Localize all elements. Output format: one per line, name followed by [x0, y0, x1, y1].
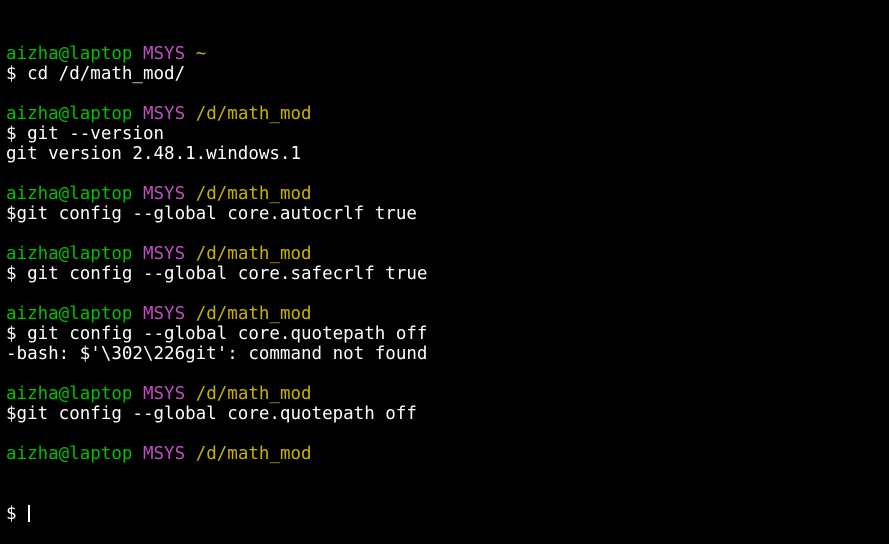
- prompt-line: aizha@laptop MSYS /d/math_mod: [6, 104, 889, 124]
- command-line: $ cd /d/math_mod/: [6, 64, 889, 84]
- prompt-user-host: aizha@laptop: [6, 44, 133, 64]
- command-line: $git config --global core.quotepath off: [6, 404, 889, 424]
- output-text: git version 2.48.1.windows.1: [6, 144, 302, 164]
- terminal-window[interactable]: aizha@laptop MSYS ~ $ cd /d/math_mod/aizh…: [0, 0, 889, 524]
- prompt-user-host: aizha@laptop: [6, 384, 133, 404]
- output-text: -bash: $'\302\226git': command not found: [6, 344, 428, 364]
- command-text: $ git --version: [6, 124, 165, 144]
- prompt-line: aizha@laptop MSYS /d/math_mod: [6, 184, 889, 204]
- command-line: $ git --version: [6, 124, 889, 144]
- output-line: -bash: $'\302\226git': command not found: [6, 344, 889, 364]
- terminal-output: aizha@laptop MSYS ~ $ cd /d/math_mod/aizh…: [6, 44, 889, 464]
- command-text: $git config --global core.quotepath off: [6, 404, 417, 424]
- command-text: $ git config --global core.quotepath off: [6, 324, 428, 344]
- prompt-msystem: MSYS: [142, 444, 186, 464]
- prompt-cwd: /d/math_mod: [195, 184, 312, 204]
- prompt-cwd: ~: [195, 44, 207, 64]
- command-text: $git config --global core.autocrlf true: [6, 204, 417, 224]
- prompt-msystem: MSYS: [142, 184, 186, 204]
- prompt-user-host: aizha@laptop: [6, 104, 133, 124]
- prompt-user-host: aizha@laptop: [6, 244, 133, 264]
- prompt-line: aizha@laptop MSYS /d/math_mod: [6, 304, 889, 324]
- prompt-cwd: /d/math_mod: [195, 384, 312, 404]
- command-line: $ git config --global core.safecrlf true: [6, 264, 889, 284]
- prompt-line: aizha@laptop MSYS ~: [6, 44, 889, 64]
- prompt-line: aizha@laptop MSYS /d/math_mod: [6, 444, 889, 464]
- command-line: $git config --global core.autocrlf true: [6, 204, 889, 224]
- active-prompt-symbol: $: [6, 504, 28, 524]
- command-text: $ cd /d/math_mod/: [6, 64, 186, 84]
- prompt-cwd: /d/math_mod: [195, 444, 312, 464]
- prompt-user-host: aizha@laptop: [6, 444, 133, 464]
- command-text: $ git config --global core.safecrlf true: [6, 264, 428, 284]
- prompt-user-host: aizha@laptop: [6, 184, 133, 204]
- prompt-msystem: MSYS: [142, 44, 186, 64]
- prompt-line: aizha@laptop MSYS /d/math_mod: [6, 384, 889, 404]
- command-line: $ git config --global core.quotepath off: [6, 324, 889, 344]
- prompt-msystem: MSYS: [142, 244, 186, 264]
- output-line: git version 2.48.1.windows.1: [6, 144, 889, 164]
- prompt-msystem: MSYS: [142, 304, 186, 324]
- prompt-cwd: /d/math_mod: [195, 104, 312, 124]
- text-cursor: [28, 505, 31, 522]
- terminal-input-line[interactable]: $: [6, 504, 889, 524]
- prompt-msystem: MSYS: [142, 384, 186, 404]
- prompt-msystem: MSYS: [142, 104, 186, 124]
- prompt-cwd: /d/math_mod: [195, 304, 312, 324]
- prompt-line: aizha@laptop MSYS /d/math_mod: [6, 244, 889, 264]
- prompt-cwd: /d/math_mod: [195, 244, 312, 264]
- prompt-user-host: aizha@laptop: [6, 304, 133, 324]
